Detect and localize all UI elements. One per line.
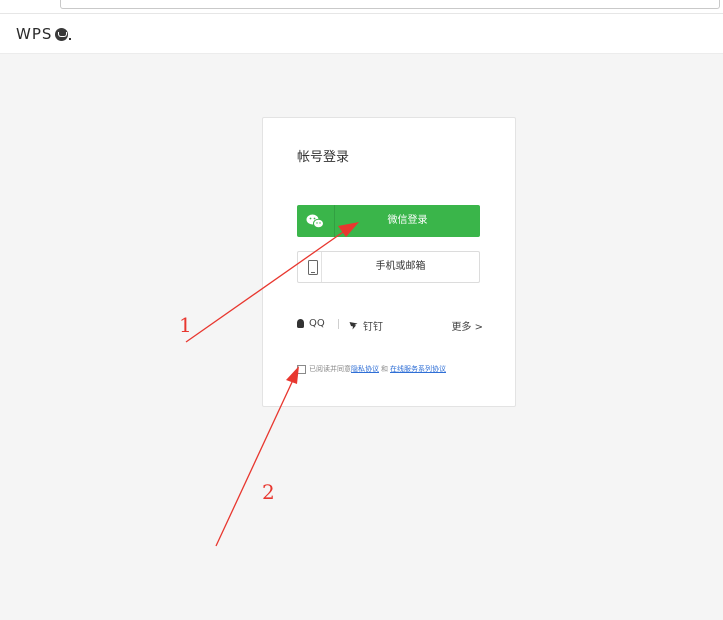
address-bar[interactable] xyxy=(60,0,720,9)
wechat-icon-box xyxy=(297,205,335,237)
more-login-label: 更多 > xyxy=(451,322,483,333)
phone-email-login-button[interactable]: 手机或邮箱 xyxy=(297,251,480,283)
agreement-and: 和 xyxy=(381,365,388,373)
phone-icon-box xyxy=(298,252,322,282)
service-agreement-link[interactable]: 在线服务系列协议 xyxy=(390,364,446,374)
wps-logo[interactable]: WPS xyxy=(16,25,72,43)
qq-login-link[interactable]: QQ xyxy=(297,318,325,329)
phone-email-login-label: 手机或邮箱 xyxy=(375,261,426,272)
wechat-icon xyxy=(306,214,324,229)
wps-badge-icon xyxy=(55,27,69,41)
wechat-login-button[interactable]: 微信登录 xyxy=(297,205,480,237)
logo-dot xyxy=(69,37,72,40)
mobile-phone-icon xyxy=(308,260,318,275)
qq-penguin-icon xyxy=(297,319,304,328)
annotation-label-1: 1 xyxy=(179,313,192,337)
dingtalk-login-label: 钉钉 xyxy=(363,322,383,333)
agreement-prefix: 已阅读并同意 xyxy=(309,365,351,373)
browser-top-strip xyxy=(0,0,723,14)
more-login-options-link[interactable]: 更多 > xyxy=(451,318,483,333)
annotation-label-2: 2 xyxy=(262,480,275,504)
dingtalk-icon xyxy=(349,322,358,330)
site-header: WPS xyxy=(0,14,723,54)
privacy-policy-link[interactable]: 隐私协议 xyxy=(351,364,379,374)
dingtalk-login-link[interactable]: 钉钉 xyxy=(349,318,383,333)
alternative-login-row: QQ 钉钉 更多 > xyxy=(297,318,483,333)
agreement-row: 已阅读并同意 隐私协议 和 在线服务系列协议 xyxy=(297,364,446,374)
logo-text: WPS xyxy=(16,25,53,43)
qq-login-label: QQ xyxy=(309,318,325,329)
divider xyxy=(338,319,339,329)
login-title: 帐号登录 xyxy=(297,150,350,165)
wechat-login-label: 微信登录 xyxy=(387,215,428,226)
login-card: 帐号登录 微信登录 手机或邮箱 QQ 钉钉 更多 > 已阅读并同意 隐私协议 和… xyxy=(262,117,516,407)
agreement-checkbox[interactable] xyxy=(297,364,306,374)
